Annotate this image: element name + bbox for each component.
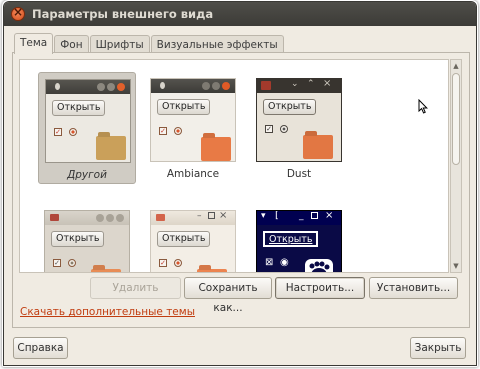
preview-open-button: Открыть <box>51 231 105 247</box>
delete-button[interactable]: Удалить <box>90 277 181 299</box>
install-button[interactable]: Установить... <box>369 277 458 299</box>
folder-icon <box>96 136 126 160</box>
theme-name: Dust <box>286 168 312 180</box>
customize-button[interactable]: Настроить... <box>275 277 365 299</box>
appearance-preferences-window: Параметры внешнего вида Тема Фон Шрифты … <box>3 1 477 366</box>
theme-preview: Открыть ✓ <box>44 210 130 272</box>
theme-preview: ⌄ ⌃ × Открыть ✓ <box>256 78 342 162</box>
gnome-foot-icon <box>305 259 333 272</box>
preview-open-button: Открыть <box>263 99 317 115</box>
tab-theme[interactable]: Тема <box>14 33 54 54</box>
close-button[interactable]: Закрыть <box>410 337 466 359</box>
theme-name: Другой <box>67 169 107 181</box>
folder-icon <box>201 137 231 161</box>
theme-preview: Открыть ✓ <box>150 78 236 162</box>
theme-item-4[interactable]: Открыть ✓ <box>38 206 136 272</box>
close-icon[interactable] <box>11 5 25 21</box>
scroll-down-icon[interactable]: ▼ <box>451 261 461 271</box>
save-as-button[interactable]: Сохранить как... <box>184 277 272 314</box>
theme-preview: – × Открыть ✓ <box>150 210 236 272</box>
preview-open-button: Открыть <box>263 231 319 247</box>
theme-item-ambiance[interactable]: Открыть ✓ Ambiance <box>144 72 242 184</box>
download-more-themes-link[interactable]: Скачать дополнительные темы <box>20 306 195 318</box>
titlebar[interactable]: Параметры внешнего вида <box>4 2 476 26</box>
preview-open-button: Открыть <box>157 231 211 247</box>
theme-preview: Открыть ✓ <box>45 79 131 163</box>
theme-grid-scrollbar[interactable]: ▲ ▼ <box>450 59 462 273</box>
theme-item-6[interactable]: ▾ [ _ × Открыть ⊠ ◉ <box>250 206 348 272</box>
theme-grid[interactable]: Открыть ✓ Другой Открыть ✓ Ambiance ⌄ ⌃ … <box>19 59 449 273</box>
preview-open-button: Открыть <box>157 99 211 115</box>
folder-icon <box>303 135 333 159</box>
theme-item-custom[interactable]: Открыть ✓ Другой <box>38 72 136 184</box>
tab-bar: Тема Фон Шрифты Визуальные эффекты <box>14 33 285 54</box>
folder-icon <box>91 269 121 272</box>
help-button[interactable]: Справка <box>13 337 68 359</box>
window-title: Параметры внешнего вида <box>32 7 214 21</box>
mouse-cursor-icon <box>418 98 428 117</box>
theme-item-dust[interactable]: ⌄ ⌃ × Открыть ✓ Dust <box>250 72 348 184</box>
theme-item-5[interactable]: – × Открыть ✓ <box>144 206 242 272</box>
folder-icon <box>197 269 227 272</box>
scrollbar-thumb[interactable] <box>452 73 460 165</box>
theme-preview: ▾ [ _ × Открыть ⊠ ◉ <box>256 210 342 272</box>
scroll-up-icon[interactable]: ▲ <box>451 61 461 71</box>
preview-open-button: Открыть <box>52 100 106 116</box>
theme-name: Ambiance <box>166 168 220 180</box>
